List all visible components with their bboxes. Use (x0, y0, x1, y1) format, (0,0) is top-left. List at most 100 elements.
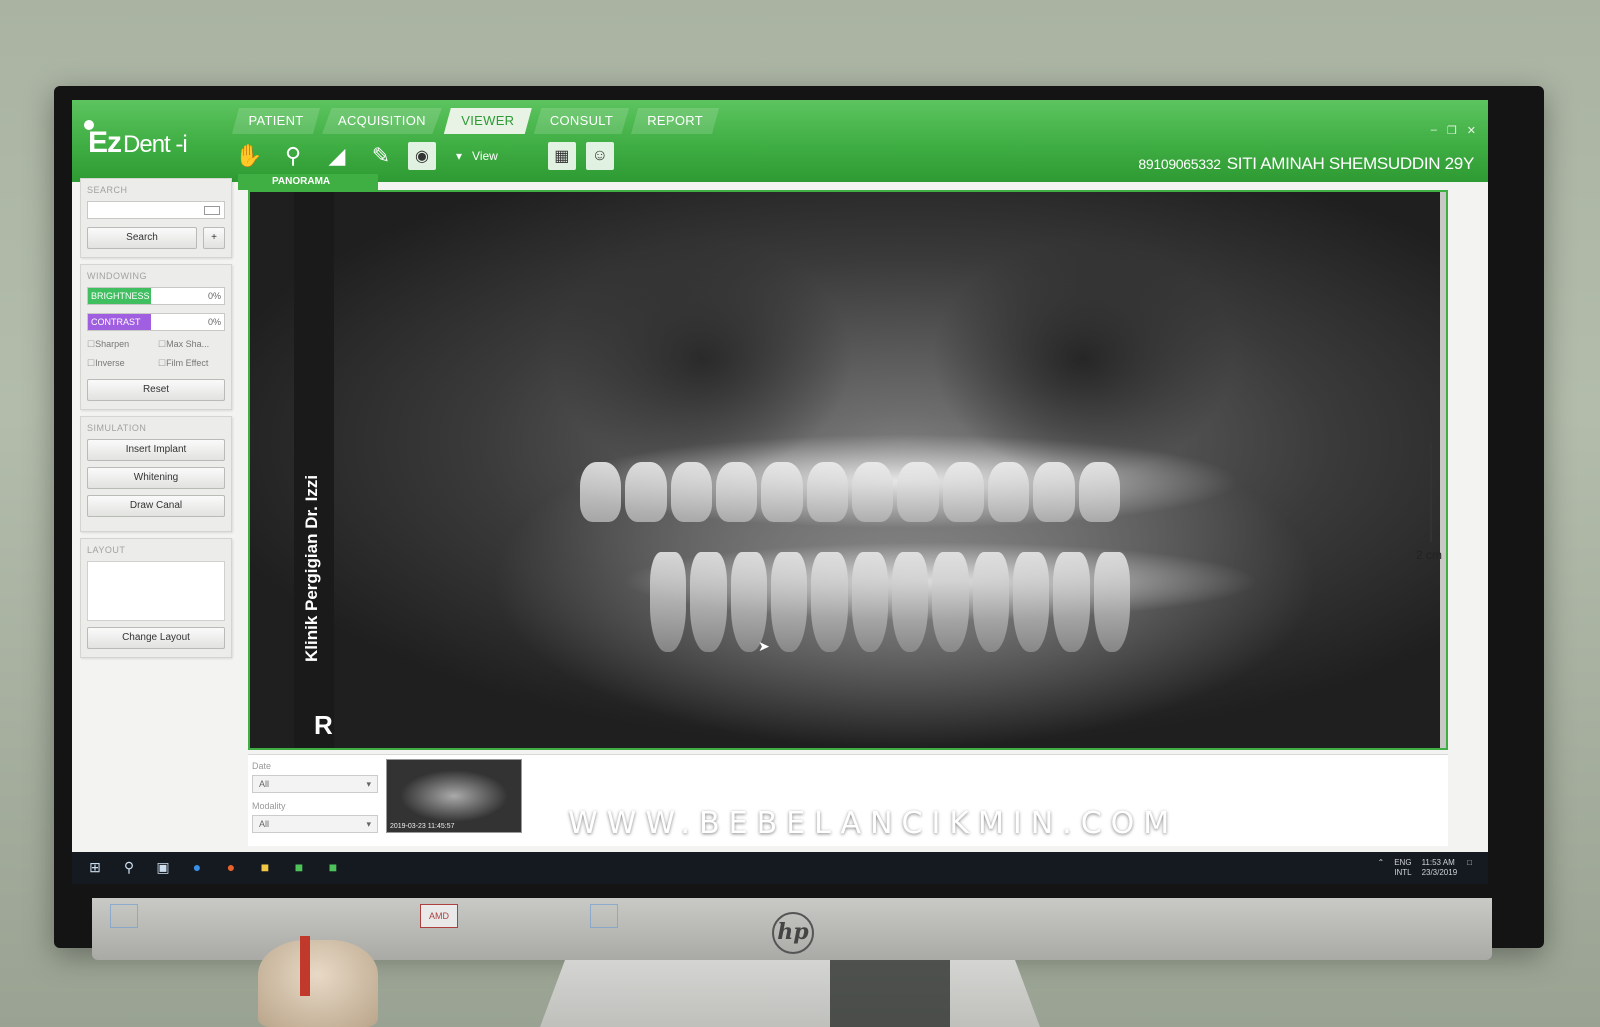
filter-checks: Sharpen Max Sha... Inverse Film Effect (87, 339, 225, 369)
tooth (1078, 462, 1120, 522)
window-controls: – ❐ ✕ (1431, 124, 1476, 137)
capture-icon[interactable]: ◉ (408, 142, 436, 170)
pencil-icon[interactable]: ✎ (364, 140, 398, 172)
toolbar: ✋ ⚲ ◢ ✎ ◉ ▾ View ▦ ☺ (232, 138, 624, 174)
date-select[interactable]: All (252, 775, 378, 793)
ezdent-app-icon[interactable]: ■ (290, 858, 308, 876)
tooth (891, 552, 929, 652)
tooth (1033, 462, 1075, 522)
tooth (1053, 552, 1090, 652)
notification-icon[interactable]: □ (1467, 858, 1472, 878)
tooth (1093, 552, 1130, 652)
cup (258, 940, 378, 1027)
side-marker: R (314, 710, 333, 740)
scale-bar (1430, 442, 1438, 542)
tooth (580, 462, 622, 522)
view-label: View (472, 149, 498, 163)
screen: EzDent -i PATIENT ACQUISITION VIEWER CON… (72, 100, 1488, 884)
tab-viewer[interactable]: VIEWER (443, 108, 532, 134)
mouse-cursor-icon: ➤ (758, 638, 770, 654)
filters: Date All Modality All (252, 761, 378, 841)
tab-panorama[interactable]: PANORAMA (238, 174, 378, 190)
tooth (761, 462, 803, 522)
tooth (730, 552, 767, 652)
whitening-button[interactable]: Whitening (87, 467, 225, 489)
panoramic-xray: ➤ (250, 192, 1440, 748)
pencil (300, 936, 310, 996)
tooth (770, 552, 808, 652)
brightness-slider[interactable]: BRIGHTNESS 0% (87, 287, 225, 305)
change-layout-button[interactable]: Change Layout (87, 627, 225, 649)
contrast-slider[interactable]: CONTRAST 0% (87, 313, 225, 331)
thumbnail-caption: 2019-03-23 11:45:57 (390, 823, 455, 830)
folder-icon[interactable]: ■ (256, 858, 274, 876)
restore-icon[interactable]: ❐ (1447, 124, 1457, 137)
tooth (625, 462, 667, 522)
cable (830, 960, 950, 1027)
ezdent-active-icon[interactable]: ■ (324, 858, 342, 876)
insert-implant-button[interactable]: Insert Implant (87, 439, 225, 461)
image-viewer[interactable]: ➤ Klinik Pergigian Dr. Izzi R 2 cm (248, 190, 1448, 750)
clock-time: 11:53 AM (1421, 858, 1455, 867)
task-view-icon[interactable]: ▣ (154, 858, 172, 876)
tab-report[interactable]: REPORT (631, 108, 720, 134)
language-indicator[interactable]: ENG INTL (1394, 858, 1411, 878)
tooth (670, 462, 712, 522)
magnifier-icon[interactable]: ⚲ (276, 140, 310, 172)
tooth (972, 552, 1009, 652)
hp-logo: hp (772, 912, 814, 954)
add-button[interactable]: + (203, 227, 225, 249)
tooth (897, 462, 939, 522)
clock[interactable]: 11:53 AM 23/3/2019 (1422, 858, 1458, 878)
close-icon[interactable]: ✕ (1467, 124, 1476, 137)
keyboard-icon[interactable] (204, 206, 220, 215)
search-input[interactable] (87, 201, 225, 219)
system-tray: ⌃ ENG INTL 11:53 AM 23/3/2019 □ (1378, 858, 1472, 878)
tooth (932, 552, 969, 652)
max-sharpen-checkbox[interactable]: Max Sha... (158, 339, 225, 350)
image-thumbnail[interactable] (386, 759, 522, 833)
hand-icon[interactable]: ✋ (232, 140, 266, 172)
view-dropdown[interactable]: ▾ View (456, 149, 498, 163)
firefox-icon[interactable]: ● (222, 858, 240, 876)
tab-consult[interactable]: CONSULT (533, 108, 630, 134)
simulation-panel: SIMULATION Insert Implant Whitening Draw… (80, 416, 232, 532)
reset-button[interactable]: Reset (87, 379, 225, 401)
chin-sticker (110, 904, 139, 928)
clock-date: 23/3/2019 (1421, 868, 1458, 877)
layout-panel: LAYOUT Change Layout (80, 538, 232, 658)
tab-patient[interactable]: PATIENT (232, 108, 320, 134)
grid-icon[interactable]: ▦ (547, 142, 576, 170)
brightness-value: 0% (207, 291, 221, 301)
watermark: WWW.BEBELANCIKMIN.COM (568, 806, 1179, 841)
chevron-up-icon[interactable]: ⌃ (1378, 858, 1385, 878)
search-button[interactable]: Search (87, 227, 197, 249)
windowing-panel: WINDOWING BRIGHTNESS 0% CONTRAST 0% Shar… (80, 264, 232, 410)
patient-info: 89109065332 SITI AMINAH SHEMSUDDIN 29Y (1138, 154, 1474, 174)
sharpen-checkbox[interactable]: Sharpen (87, 339, 154, 350)
edge-icon[interactable]: ● (188, 858, 206, 876)
amd-sticker: AMD (420, 904, 458, 928)
inverse-checkbox[interactable]: Inverse (87, 358, 154, 369)
taskbar: ⊞ ⚲ ▣ ● ● ■ ■ ■ ⌃ ENG INTL 11:53 AM 23/3… (72, 852, 1488, 884)
logo-main: Ez (88, 126, 122, 159)
tab-acquisition[interactable]: ACQUISITION (322, 108, 442, 134)
minimize-icon[interactable]: – (1431, 124, 1437, 137)
windows-start-icon[interactable]: ⊞ (86, 858, 104, 876)
main-tabs: PATIENT ACQUISITION VIEWER CONSULT REPOR… (232, 108, 721, 134)
draw-canal-button[interactable]: Draw Canal (87, 495, 225, 517)
film-effect-checkbox[interactable]: Film Effect (158, 358, 225, 369)
patient-id: 89109065332 (1138, 156, 1221, 172)
angle-icon[interactable]: ◢ (320, 140, 354, 172)
tooth (942, 462, 984, 522)
logo-sub: Dent -i (123, 131, 188, 158)
layout-preview[interactable] (87, 561, 225, 621)
title-bar: EzDent -i PATIENT ACQUISITION VIEWER CON… (72, 100, 1488, 182)
layout-title: LAYOUT (87, 545, 126, 555)
search-icon[interactable]: ⚲ (120, 858, 138, 876)
modality-select[interactable]: All (252, 815, 378, 833)
modality-label: Modality (252, 801, 286, 811)
face-icon[interactable]: ☺ (585, 142, 614, 170)
tooth (1012, 552, 1050, 652)
chevron-down-icon: ▾ (456, 149, 463, 163)
